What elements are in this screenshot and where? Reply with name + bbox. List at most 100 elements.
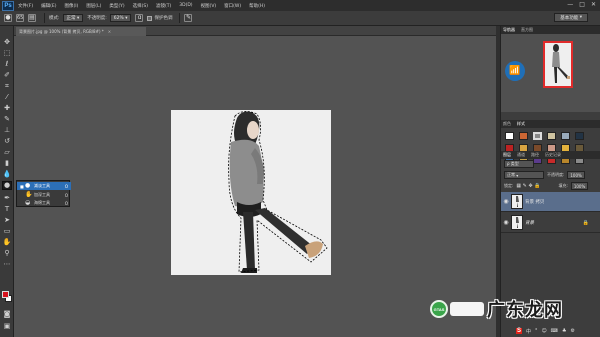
tab-history[interactable]: 历史记录 <box>545 152 561 158</box>
layer-row-background-copy[interactable]: ◉ 背景 拷贝 <box>501 192 600 212</box>
marquee-tool-icon[interactable]: ⬚ <box>2 49 12 58</box>
protect-tones-checkbox[interactable] <box>147 15 153 21</box>
app-logo: Ps <box>2 0 14 11</box>
document-canvas[interactable] <box>171 110 331 275</box>
layer-row-background[interactable]: ◉ 背景 🔒 <box>501 213 600 233</box>
system-tray: S 中 ° ☺ ⌨ ♣ ⚙ <box>516 326 596 336</box>
clone-stamp-tool-icon[interactable]: ⊥ <box>2 126 12 135</box>
style-swatch[interactable] <box>575 132 584 140</box>
menu-file[interactable]: 文件(F) <box>18 3 33 9</box>
hand-tool-icon[interactable]: ✋ <box>2 238 12 247</box>
tab-layers[interactable]: 图层 <box>503 152 511 158</box>
style-swatch[interactable] <box>519 132 528 140</box>
tab-color[interactable]: 颜色 <box>503 121 511 127</box>
move-tool-icon[interactable]: ✥ <box>2 38 12 47</box>
menu-filter[interactable]: 滤镜(T) <box>156 3 171 9</box>
style-swatch[interactable] <box>533 132 542 140</box>
layer-opacity-input[interactable]: 100% <box>567 171 585 179</box>
range-label: 模式: <box>49 16 60 21</box>
pen-tool-icon[interactable]: ✒ <box>2 194 12 203</box>
close-button[interactable]: ✕ <box>591 1 596 8</box>
workspace-switcher[interactable]: 基本功能 ▾ <box>554 13 588 22</box>
fill-input[interactable]: 100% <box>570 182 589 190</box>
layer-opacity-label: 不透明度: <box>547 172 565 177</box>
menu-select[interactable]: 选择(S) <box>133 3 148 9</box>
lasso-tool-icon[interactable]: ℓ <box>2 60 12 69</box>
history-brush-tool-icon[interactable]: ↺ <box>2 137 12 146</box>
menu-view[interactable]: 视图(V) <box>201 3 217 9</box>
keyboard-icon[interactable]: ⌨ <box>551 328 558 334</box>
watermark-box <box>450 302 484 316</box>
pressure-icon[interactable]: ✎ <box>184 14 193 22</box>
ime-punct-icon[interactable]: ° <box>535 328 538 334</box>
brush-tool-icon[interactable]: ✎ <box>2 115 12 124</box>
settings-icon[interactable]: ⚙ <box>570 328 574 334</box>
layer-name: 背景 拷贝 <box>525 199 545 205</box>
window-controls: — □ ✕ <box>567 1 596 8</box>
zoom-tool-icon[interactable]: ⚲ <box>2 249 12 258</box>
eraser-tool-icon[interactable]: ▱ <box>2 148 12 157</box>
screen-mode-icon[interactable]: ▣ <box>2 322 12 331</box>
exposure-input[interactable]: 62% ▾ <box>109 14 132 22</box>
tab-navigator[interactable]: 导航器 <box>503 27 515 33</box>
navigator-thumbnail[interactable] <box>543 41 573 88</box>
foreground-color-swatch[interactable] <box>2 291 9 298</box>
tab-paths[interactable]: 路径 <box>531 152 539 158</box>
eyedropper-tool-icon[interactable]: ⁄ <box>2 93 12 102</box>
airbrush-icon[interactable]: ɑ <box>135 14 144 22</box>
extra-tool-icon[interactable]: ⋯ <box>2 260 12 269</box>
brush-size-icon[interactable]: 65 <box>16 14 24 22</box>
visibility-eye-icon[interactable]: ◉ <box>501 198 511 205</box>
lock-icons[interactable]: ▦ ✎ ✥ 🔒 <box>516 183 540 189</box>
emoji-icon[interactable]: ☺ <box>542 328 547 334</box>
menu-edit[interactable]: 编辑(E) <box>41 3 56 9</box>
fill-label: 填充: <box>558 183 568 188</box>
close-icon[interactable]: × <box>108 29 111 34</box>
blend-mode-select[interactable]: 正常 ▾ <box>504 171 544 179</box>
menu-image[interactable]: 图像(I) <box>64 3 78 9</box>
menu-layer[interactable]: 图层(L) <box>86 3 101 9</box>
skin-icon[interactable]: ♣ <box>562 328 566 334</box>
healing-brush-tool-icon[interactable]: ✚ <box>2 104 12 113</box>
document-tab[interactable]: 背景图片.jpg @ 100% (背景 拷贝, RGB/8#) * × <box>16 27 146 36</box>
flyout-item-burn[interactable]: ✋ 加深工具 O <box>17 191 71 199</box>
visibility-eye-icon[interactable]: ◉ <box>501 219 511 226</box>
tab-channels[interactable]: 通道 <box>517 152 525 158</box>
crop-tool-icon[interactable]: ⌗ <box>2 82 12 91</box>
style-swatch[interactable] <box>505 132 514 140</box>
ime-logo-icon[interactable]: S <box>516 328 523 334</box>
type-tool-icon[interactable]: T <box>2 205 12 214</box>
gradient-tool-icon[interactable]: ▮ <box>2 159 12 168</box>
dodge-preset-icon[interactable]: ● <box>4 14 12 22</box>
tab-styles[interactable]: 样式 <box>517 121 525 127</box>
watermark-badge: GTAS <box>430 300 448 318</box>
dodge-icon: ● <box>25 182 31 189</box>
menu-help[interactable]: 帮助(H) <box>249 3 265 9</box>
shape-tool-icon[interactable]: ▭ <box>2 227 12 236</box>
wifi-bubble-icon: 📶 <box>505 61 525 81</box>
brush-panel-icon[interactable]: ▤ <box>28 14 36 22</box>
style-swatch[interactable] <box>547 132 556 140</box>
style-swatch[interactable] <box>561 132 570 140</box>
exposure-label: 不透明度: <box>87 16 107 21</box>
lock-row: 锁定: ▦ ✎ ✥ 🔒 填充: 100% <box>501 182 600 190</box>
blur-tool-icon[interactable]: 💧 <box>2 170 12 179</box>
flyout-item-dodge[interactable]: ■ ● 减淡工具 O <box>17 182 71 190</box>
tab-histogram[interactable]: 直方图 <box>521 27 533 33</box>
minimize-button[interactable]: — <box>567 1 573 8</box>
flyout-item-sponge[interactable]: ◒ 海绵工具 O <box>17 199 71 207</box>
layer-thumbnail <box>511 194 523 209</box>
menu-3d[interactable]: 3D(D) <box>179 3 192 8</box>
quick-mask-icon[interactable]: ◙ <box>2 310 12 319</box>
watermark-text: 广东龙网 <box>487 300 563 321</box>
quick-select-tool-icon[interactable]: ✐ <box>2 71 12 80</box>
layer-kind-filter[interactable]: ρ 类型 <box>504 160 534 168</box>
maximize-button[interactable]: □ <box>579 1 585 8</box>
document-tab-bar: 背景图片.jpg @ 100% (背景 拷贝, RGB/8#) * × <box>14 26 496 36</box>
path-select-tool-icon[interactable]: ➤ <box>2 216 12 225</box>
dodge-tool-icon[interactable]: ● <box>2 181 12 190</box>
range-select[interactable]: 正常 ▾ <box>62 14 84 22</box>
menu-type[interactable]: 类型(Y) <box>109 3 124 9</box>
ime-chinese-icon[interactable]: 中 <box>526 328 531 335</box>
menu-window[interactable]: 窗口(W) <box>224 3 241 9</box>
